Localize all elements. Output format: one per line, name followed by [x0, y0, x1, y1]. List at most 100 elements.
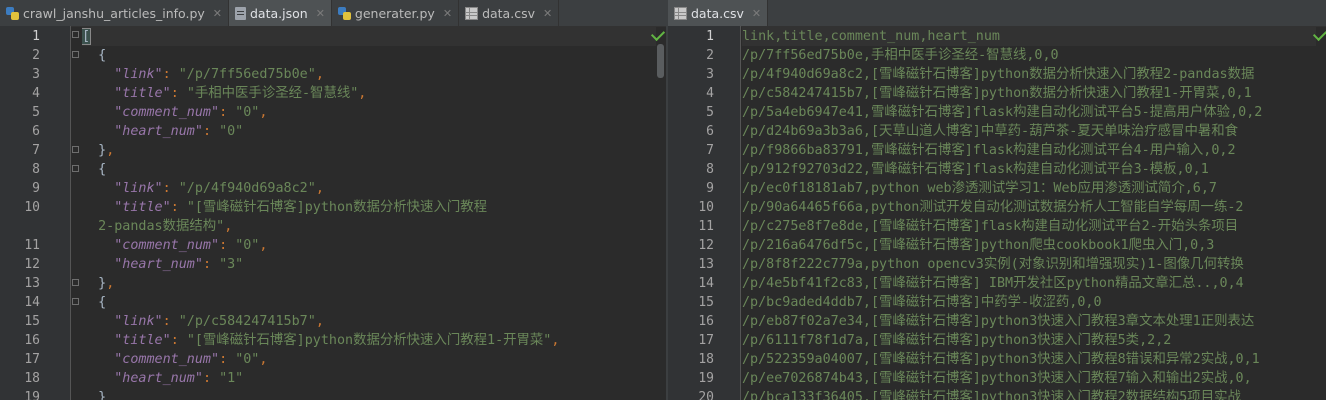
line-number: 7: [32, 143, 40, 158]
fold-toggle-icon[interactable]: [72, 146, 79, 153]
right-tab-bar: data.csv ✕: [668, 0, 1326, 27]
code-line: [: [82, 28, 92, 45]
line-number: 10: [698, 200, 714, 215]
line-number: 19: [698, 371, 714, 386]
code-line: },: [82, 276, 115, 291]
line-number: 6: [32, 124, 40, 139]
line-number: 2: [32, 48, 40, 63]
line-number: 14: [24, 295, 40, 310]
line-number: 14: [698, 276, 714, 291]
line-number: 17: [24, 352, 40, 367]
line-number: 9: [706, 181, 714, 196]
csv-line: /p/f9866ba83791,雪峰磁针石博客]flask构建自动化测试平台4-…: [742, 143, 1236, 158]
close-tab-icon[interactable]: ✕: [752, 7, 761, 20]
csv-code-area[interactable]: link,title,comment_num,heart_num /p/7ff5…: [742, 26, 1316, 400]
csv-line: /p/90a64465f66a,python测试开发自动化测试数据分析人工智能自…: [742, 200, 1244, 215]
csv-line: /p/bca133f36405,[雪峰磁针石博客]python3快速入门教程2数…: [742, 390, 1241, 400]
csv-line: /p/c275e8f7e8de,[雪峰磁针石博客]flask构建自动化测试平台2…: [742, 219, 1239, 234]
line-number: 18: [698, 352, 714, 367]
fold-toggle-icon[interactable]: [72, 51, 79, 58]
close-tab-icon[interactable]: ✕: [443, 7, 452, 20]
json-code-area[interactable]: [ { "link": "/p/7ff56ed75b0e", "title": …: [82, 26, 656, 400]
code-line: "comment_num": "0",: [114, 238, 268, 253]
line-number: 5: [706, 105, 714, 120]
tab-data-csv[interactable]: data.csv ✕: [459, 0, 560, 26]
csv-line: /p/eb87f02a7e34,[雪峰磁针石博客]python3快速入门教程3章…: [742, 314, 1255, 329]
code-line: "link": "/p/7ff56ed75b0e",: [114, 67, 324, 82]
line-number: 4: [32, 86, 40, 101]
tab-label: generater.py: [354, 5, 435, 21]
line-number: 16: [698, 314, 714, 329]
line-number: 11: [698, 219, 714, 234]
python-file-icon: [337, 6, 351, 20]
line-number-gutter[interactable]: 1 2 3 4 5 6 7 8 9 10 11 12 13 14 15 16 1…: [0, 26, 71, 400]
close-tab-icon[interactable]: ✕: [213, 7, 222, 20]
line-number: 1: [706, 29, 714, 44]
caret-row-highlight: [82, 27, 656, 46]
line-number: 3: [32, 67, 40, 82]
tab-label: data.json: [250, 5, 308, 21]
tab-generater-py[interactable]: generater.py ✕: [332, 0, 460, 26]
fold-toggle-icon[interactable]: [72, 165, 79, 172]
fold-toggle-icon[interactable]: [72, 298, 79, 305]
line-number: 1: [32, 29, 40, 44]
csv-line: /p/4e5bf41f2c83,[雪峰磁针石博客] IBM开发社区python精…: [742, 276, 1244, 291]
tab-crawl-janshu-articles-info[interactable]: crawl_janshu_articles_info.py ✕: [0, 0, 229, 26]
csv-line: /p/4f940d69a8c2,[雪峰磁针石博客]python数据分析快速入门教…: [742, 67, 1255, 82]
csv-line: /p/8f8f222c779a,python opencv3实例(对象识别和增强…: [742, 257, 1244, 272]
csv-editor-pane: data.csv ✕ 1 2 3 4 5 6 7 8 9 10 11 12 13…: [668, 0, 1326, 400]
tab-label: data.csv: [482, 5, 535, 21]
csv-line: /p/ec0f18181ab7,python web渗透测试学习1：Web应用渗…: [742, 181, 1217, 196]
csv-file-icon: [465, 6, 479, 20]
json-file-icon: [235, 6, 246, 20]
line-number: 13: [698, 257, 714, 272]
line-number-gutter[interactable]: 1 2 3 4 5 6 7 8 9 10 11 12 13 14 15 16 1…: [668, 26, 741, 400]
line-number: 4: [706, 86, 714, 101]
fold-toggle-icon[interactable]: [72, 31, 79, 38]
line-number: 19: [24, 390, 40, 400]
code-line: "link": "/p/4f940d69a8c2",: [114, 181, 324, 196]
python-file-icon: [6, 6, 19, 20]
code-line: "heart_num": "1": [114, 371, 244, 386]
code-line-wrapped: 2-pandas数据结构",: [98, 219, 233, 234]
code-line: "title": "[雪峰磁针石博客]python数据分析快速入门教程: [114, 200, 488, 215]
line-number: 9: [32, 181, 40, 196]
close-tab-icon[interactable]: ✕: [543, 7, 552, 20]
code-line: {: [82, 295, 107, 310]
line-number: 2: [706, 48, 714, 63]
csv-line: /p/7ff56ed75b0e,手相中医手诊圣经-智慧线,0,0: [742, 48, 1059, 63]
csv-file-icon: [674, 6, 687, 20]
code-line: "link": "/p/c584247415b7",: [114, 314, 324, 329]
csv-line: /p/912f92703d22,雪峰磁针石博客]flask构建自动化测试平台3-…: [742, 162, 1209, 177]
line-number: 5: [32, 105, 40, 120]
line-number: 12: [24, 257, 40, 272]
csv-line: /p/d24b69a3b3a6,[天草山道人博客]中草药-葫芦茶-夏天单味治疗感…: [742, 124, 1239, 139]
csv-line: /p/5a4eb6947e41,雪峰磁针石博客]flask构建自动化测试平台5-…: [742, 105, 1263, 120]
line-number: 12: [698, 238, 714, 253]
line-number: 18: [24, 371, 40, 386]
code-line: "comment_num": "0",: [114, 352, 268, 367]
line-number: 17: [698, 333, 714, 348]
csv-line: /p/bc9aded4ddb7,[雪峰磁针石博客]中药学-收涩药,0,0: [742, 295, 1102, 310]
line-number: 7: [706, 143, 714, 158]
line-number: 15: [24, 314, 40, 329]
code-line: }: [82, 390, 107, 400]
line-number: 11: [24, 238, 40, 253]
fold-toggle-icon[interactable]: [72, 279, 79, 286]
csv-line: /p/6111f78f1d7a,[雪峰磁针石博客]python3快速入门教程5类…: [742, 333, 1172, 348]
vertical-scrollbar-thumb[interactable]: [657, 44, 664, 78]
line-number: 20: [698, 390, 714, 400]
code-line: {: [82, 48, 107, 63]
csv-line: /p/216a6476df5c,[雪峰磁针石博客]python爬虫cookboo…: [742, 238, 1215, 253]
code-line: "title": "手相中医手诊圣经-智慧线",: [114, 86, 367, 101]
tab-data-json[interactable]: data.json ✕: [229, 0, 332, 26]
line-number: 8: [32, 162, 40, 177]
line-number: 10: [24, 200, 40, 215]
tab-label: data.csv: [691, 5, 744, 21]
json-editor-pane: crawl_janshu_articles_info.py ✕ data.jso…: [0, 0, 666, 400]
tab-data-csv-right[interactable]: data.csv ✕: [668, 0, 769, 26]
code-line: "title": "[雪峰磁针石博客]python数据分析快速入门教程1-开胃菜…: [114, 333, 560, 348]
line-number: 16: [24, 333, 40, 348]
line-number: 15: [698, 295, 714, 310]
close-tab-icon[interactable]: ✕: [316, 7, 325, 20]
